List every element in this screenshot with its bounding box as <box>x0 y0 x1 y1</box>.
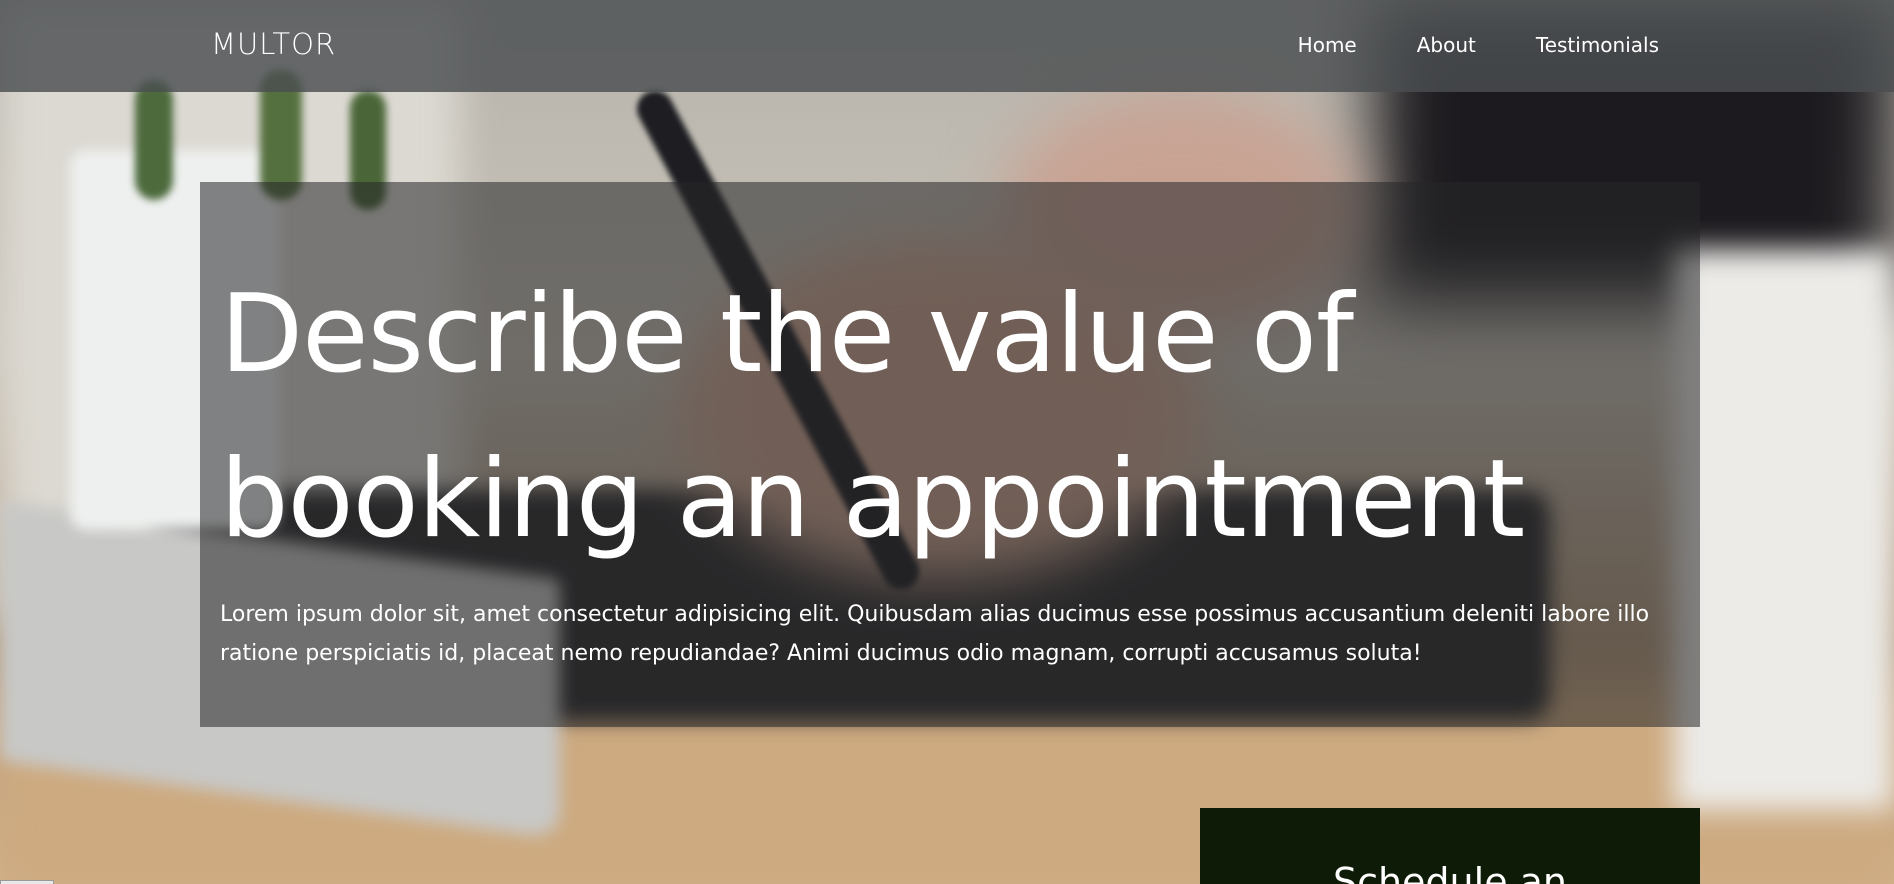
corner-tab <box>0 880 54 884</box>
site-header: MULTOR Home About Testimonials <box>0 0 1894 92</box>
nav-link-testimonials[interactable]: Testimonials <box>1536 33 1659 57</box>
hero-title: Describe the value of booking an appoint… <box>220 272 1525 562</box>
main-nav: Home About Testimonials <box>1298 33 1659 57</box>
nav-link-about[interactable]: About <box>1417 33 1476 57</box>
site-logo[interactable]: MULTOR <box>211 27 336 61</box>
nav-link-home[interactable]: Home <box>1298 33 1357 57</box>
hero-description: Lorem ipsum dolor sit, amet consectetur … <box>220 602 1650 666</box>
schedule-appointment-button[interactable]: Schedule an <box>1200 808 1700 884</box>
landing-page: MULTOR Home About Testimonials Describe … <box>0 0 1894 884</box>
schedule-button-label: Schedule an <box>1332 860 1568 884</box>
hero-panel: Describe the value of booking an appoint… <box>200 182 1700 727</box>
